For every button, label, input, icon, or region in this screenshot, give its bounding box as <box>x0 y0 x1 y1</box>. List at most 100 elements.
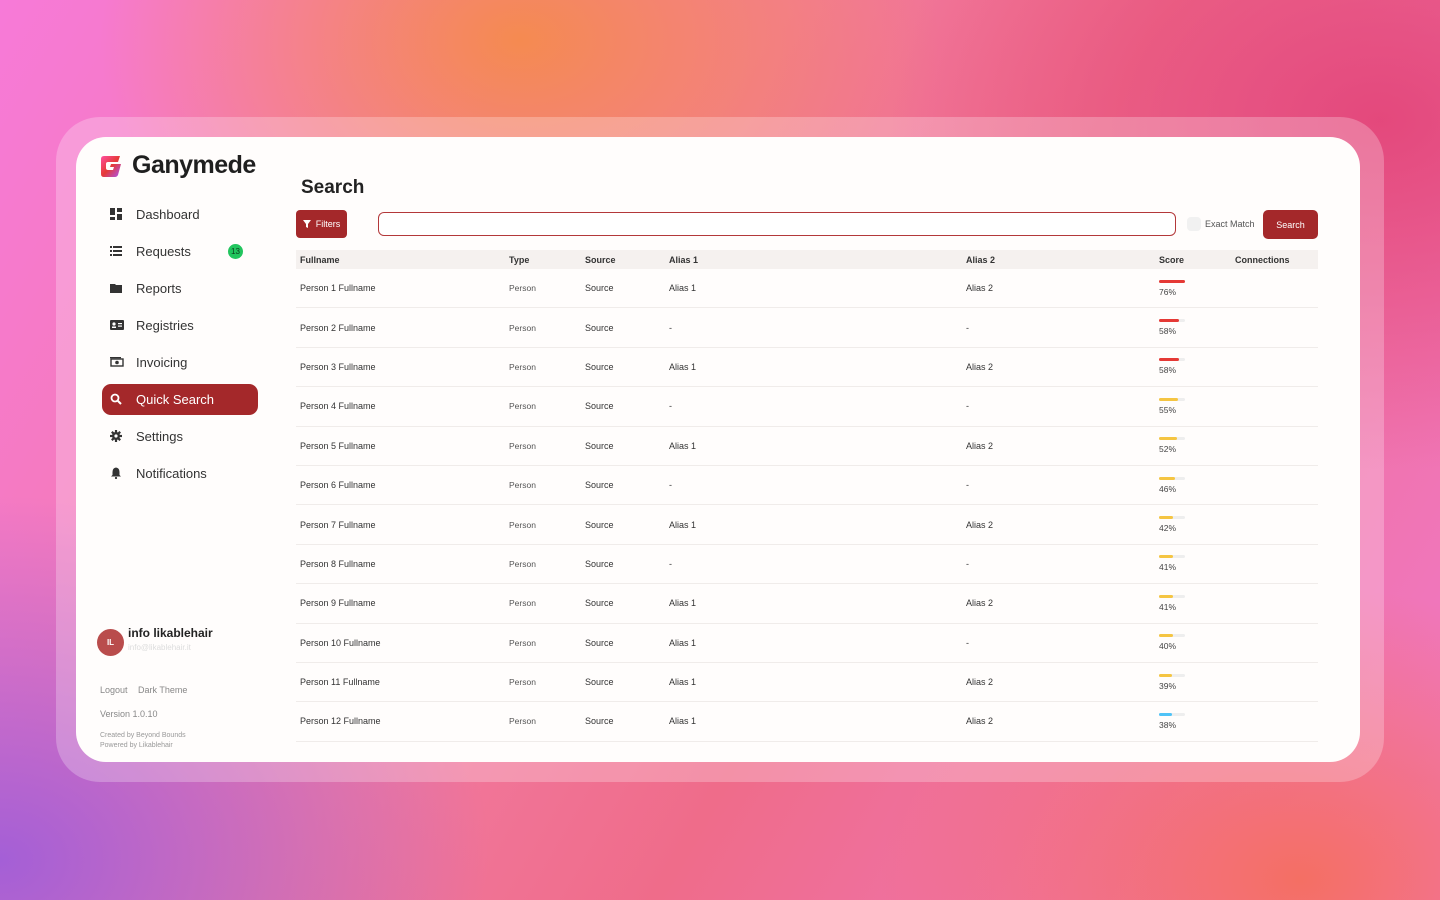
cell-source: Source <box>585 283 614 294</box>
exact-match-option[interactable]: Exact Match <box>1187 217 1255 231</box>
table-row[interactable]: Person 9 Fullname Person Source Alias 1 Alia… <box>296 584 1318 624</box>
cell-source: Source <box>585 558 614 569</box>
column-header-fullname[interactable]: Fullname <box>296 255 505 265</box>
cell-type: Person <box>509 440 536 451</box>
score-bar <box>1159 594 1185 598</box>
cell-alias2: Alias 2 <box>966 283 994 294</box>
score-bar-fill <box>1159 397 1178 401</box>
score-value: 55% <box>1159 404 1177 415</box>
table-row[interactable]: Person 1 Fullname Person Source Alias 1 Alia… <box>296 269 1318 309</box>
sidebar-item-dashboard[interactable]: Dashboard <box>102 199 258 230</box>
column-header-alias2[interactable]: Alias 2 <box>962 255 1155 265</box>
table-row[interactable]: Person 12 Fullname Person Source Alias 1 Ali… <box>296 702 1318 742</box>
score-value: 58% <box>1159 326 1177 337</box>
cell-type: Person <box>509 598 536 609</box>
app-logo[interactable]: Ganymede <box>98 151 256 180</box>
sidebar-item-label: Reports <box>136 281 182 296</box>
score-bar-fill <box>1159 673 1173 677</box>
column-header-alias1[interactable]: Alias 1 <box>665 255 962 265</box>
column-header-connections[interactable]: Connections <box>1231 255 1318 265</box>
user-name: info likablehair <box>128 625 213 640</box>
cell-score: 42% <box>1155 516 1231 533</box>
score-bar-fill <box>1159 319 1179 323</box>
cell-score: 38% <box>1155 712 1231 730</box>
score-bar <box>1159 279 1185 283</box>
page-title: Search <box>301 177 365 198</box>
cell-score: 46% <box>1155 476 1231 494</box>
exact-match-checkbox[interactable] <box>1187 217 1201 231</box>
table-row[interactable]: Person 5 Fullname Person Source Alias 1 Alia… <box>296 427 1318 466</box>
cell-alias2: - <box>966 558 969 569</box>
cell-fullname: Person 8 Fullname <box>300 558 376 569</box>
sidebar-item-settings[interactable]: Settings <box>102 421 258 452</box>
filters-button[interactable]: Filters <box>296 210 347 238</box>
column-header-score[interactable]: Score <box>1155 255 1231 265</box>
app-version: Version 1.0.10 <box>100 709 158 719</box>
cell-alias2: - <box>966 322 969 333</box>
score-value: 38% <box>1159 719 1177 730</box>
cell-alias1: - <box>669 480 672 491</box>
credits: Created by Beyond Bounds Powered by Lika… <box>100 731 195 751</box>
sidebar-item-label: Dashboard <box>136 207 200 222</box>
cell-score: 76% <box>1155 279 1231 297</box>
score-value: 52% <box>1159 444 1177 455</box>
sidebar-nav: Dashboard Requests 13 Reports Registries Invo… <box>102 199 258 495</box>
table-row[interactable]: Person 10 Fullname Person Source Alias 1 - 40… <box>296 624 1318 663</box>
cell-score: 58% <box>1155 319 1231 336</box>
cell-type: Person <box>509 637 536 648</box>
sidebar-item-notifications[interactable]: Notifications <box>102 458 258 489</box>
score-value: 76% <box>1159 286 1177 297</box>
score-value: 39% <box>1159 680 1177 691</box>
id-card-icon <box>110 319 124 333</box>
cell-alias1: Alias 1 <box>669 361 697 372</box>
cell-alias2: - <box>966 480 969 491</box>
cell-alias2: - <box>966 637 969 648</box>
search-button[interactable]: Search <box>1263 210 1318 239</box>
sidebar-item-quick-search[interactable]: Quick Search <box>102 384 258 415</box>
results-table: Fullname Type Source Alias 1 Alias 2 Sco… <box>296 250 1318 742</box>
money-icon <box>110 356 124 370</box>
column-header-source[interactable]: Source <box>581 255 665 265</box>
cell-fullname: Person 6 Fullname <box>300 480 376 491</box>
user-profile[interactable]: IL info likablehair info@likablehair.it <box>97 625 213 656</box>
cell-fullname: Person 12 Fullname <box>300 716 381 727</box>
cell-source: Source <box>585 598 614 609</box>
cell-type: Person <box>509 283 536 294</box>
exact-match-label: Exact Match <box>1205 219 1255 229</box>
score-bar <box>1159 476 1185 480</box>
table-row[interactable]: Person 6 Fullname Person Source - - 46% <box>296 466 1318 506</box>
cell-alias2: Alias 2 <box>966 519 994 530</box>
table-row[interactable]: Person 4 Fullname Person Source - - 55% <box>296 387 1318 427</box>
score-value: 41% <box>1159 601 1177 612</box>
logout-link[interactable]: Logout <box>100 685 128 695</box>
cell-type: Person <box>509 716 536 727</box>
sidebar-item-invoicing[interactable]: Invoicing <box>102 347 258 378</box>
score-value: 58% <box>1159 365 1177 376</box>
cell-type: Person <box>509 361 536 372</box>
table-row[interactable]: Person 3 Fullname Person Source Alias 1 Alia… <box>296 348 1318 388</box>
sidebar-item-reports[interactable]: Reports <box>102 273 258 304</box>
table-row[interactable]: Person 8 Fullname Person Source - - 41% <box>296 545 1318 585</box>
cell-type: Person <box>509 401 536 412</box>
app-name: Ganymede <box>132 151 256 179</box>
column-header-type[interactable]: Type <box>505 255 581 265</box>
cell-score: 39% <box>1155 673 1231 691</box>
sidebar-item-requests[interactable]: Requests 13 <box>102 236 258 267</box>
sidebar-item-registries[interactable]: Registries <box>102 310 258 341</box>
filter-icon <box>302 220 311 228</box>
score-bar <box>1159 634 1185 638</box>
sidebar-item-label: Settings <box>136 429 183 444</box>
cell-alias2: Alias 2 <box>966 440 994 451</box>
cell-score: 52% <box>1155 437 1231 454</box>
search-input[interactable] <box>378 212 1176 236</box>
table-row[interactable]: Person 11 Fullname Person Source Alias 1 Ali… <box>296 663 1318 703</box>
table-row[interactable]: Person 7 Fullname Person Source Alias 1 Alia… <box>296 505 1318 545</box>
cell-score: 55% <box>1155 397 1231 415</box>
bell-icon <box>110 467 124 481</box>
table-row[interactable]: Person 2 Fullname Person Source - - 58% <box>296 308 1318 348</box>
sidebar-item-label: Requests <box>136 244 191 259</box>
score-bar <box>1159 555 1185 559</box>
score-value: 42% <box>1159 523 1177 534</box>
dark-theme-toggle[interactable]: Dark Theme <box>138 685 187 695</box>
cell-source: Source <box>585 716 614 727</box>
